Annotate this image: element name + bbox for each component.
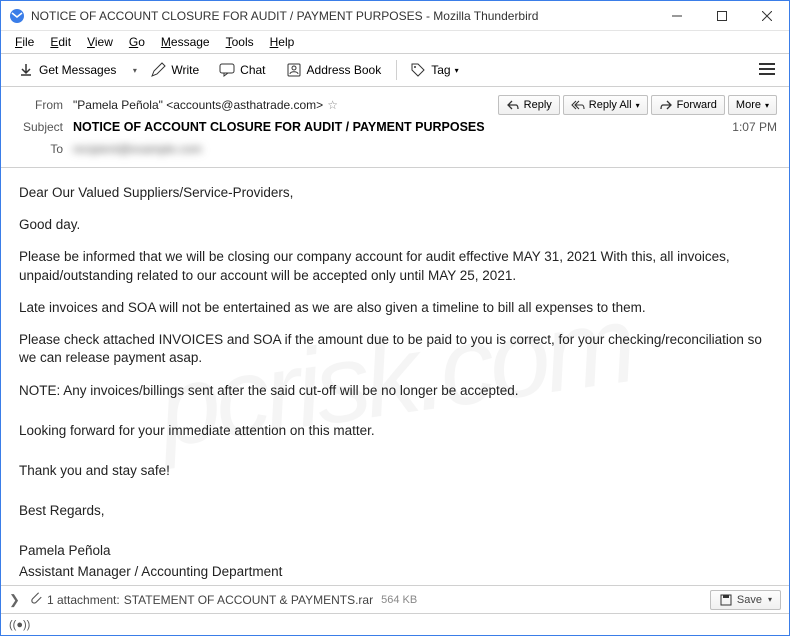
- chat-icon: [219, 62, 235, 78]
- chat-label: Chat: [240, 63, 265, 77]
- forward-icon: [659, 98, 673, 112]
- body-p6: NOTE: Any invoices/billings sent after t…: [19, 382, 771, 400]
- body-p9: Best Regards,: [19, 502, 771, 520]
- body-p10: Pamela Peñola: [19, 542, 771, 560]
- forward-label: Forward: [677, 99, 717, 111]
- attachment-size: 564 KB: [381, 594, 417, 606]
- time-value: 1:07 PM: [732, 120, 777, 134]
- star-icon[interactable]: ☆: [327, 98, 338, 112]
- forward-button[interactable]: Forward: [651, 95, 725, 115]
- titlebar: NOTICE OF ACCOUNT CLOSURE FOR AUDIT / PA…: [1, 1, 789, 31]
- body-p8: Thank you and stay safe!: [19, 462, 771, 480]
- address-book-icon: [286, 62, 302, 78]
- attachment-count: 1 attachment:: [47, 593, 120, 607]
- body-p11: Assistant Manager / Accounting Departmen…: [19, 563, 771, 581]
- toolbar: Get Messages ▾ Write Chat Address Book T…: [1, 53, 789, 87]
- maximize-button[interactable]: [699, 1, 744, 30]
- attachment-name[interactable]: STATEMENT OF ACCOUNT & PAYMENTS.rar: [124, 593, 373, 607]
- reply-all-button[interactable]: Reply All ▾: [563, 95, 648, 115]
- app-icon: [9, 8, 25, 24]
- menu-tools[interactable]: Tools: [218, 33, 262, 51]
- body-p3: Please be informed that we will be closi…: [19, 248, 771, 284]
- save-icon: [719, 593, 733, 607]
- menu-edit[interactable]: Edit: [42, 33, 79, 51]
- paperclip-icon: [29, 591, 45, 608]
- save-label: Save: [737, 594, 762, 606]
- app-menu-button[interactable]: [753, 59, 781, 82]
- get-messages-button[interactable]: Get Messages: [9, 58, 125, 82]
- message-body: pcrisk.com Dear Our Valued Suppliers/Ser…: [1, 168, 789, 585]
- message-header: From "Pamela Peñola" <accounts@asthatrad…: [1, 87, 789, 168]
- chat-button[interactable]: Chat: [210, 58, 274, 82]
- get-messages-dropdown[interactable]: ▾: [127, 66, 141, 75]
- to-label: To: [13, 142, 63, 156]
- from-label: From: [13, 98, 63, 112]
- menubar: File Edit View Go Message Tools Help: [1, 31, 789, 53]
- get-messages-label: Get Messages: [39, 63, 116, 77]
- body-p5: Please check attached INVOICES and SOA i…: [19, 331, 771, 367]
- download-icon: [18, 62, 34, 78]
- body-p7: Looking forward for your immediate atten…: [19, 422, 771, 440]
- address-book-button[interactable]: Address Book: [277, 58, 391, 82]
- more-button[interactable]: More ▾: [728, 95, 777, 115]
- tag-label: Tag: [431, 63, 450, 77]
- window-title: NOTICE OF ACCOUNT CLOSURE FOR AUDIT / PA…: [31, 9, 654, 23]
- pencil-icon: [150, 62, 166, 78]
- expand-attachments-button[interactable]: ❯: [9, 592, 25, 608]
- reply-all-icon: [571, 98, 585, 112]
- write-button[interactable]: Write: [141, 58, 208, 82]
- reply-label: Reply: [524, 99, 552, 111]
- menu-view[interactable]: View: [79, 33, 121, 51]
- address-book-label: Address Book: [307, 63, 382, 77]
- body-p2: Good day.: [19, 216, 771, 234]
- to-value: recipient@example.com: [73, 142, 202, 156]
- from-value: "Pamela Peñola" <accounts@asthatrade.com…: [73, 98, 323, 112]
- tag-button[interactable]: Tag ▾: [401, 58, 467, 82]
- body-p1: Dear Our Valued Suppliers/Service-Provid…: [19, 184, 771, 202]
- more-label: More: [736, 99, 761, 111]
- save-attachment-button[interactable]: Save ▾: [710, 590, 781, 610]
- reply-button[interactable]: Reply: [498, 95, 560, 115]
- menu-file[interactable]: File: [7, 33, 42, 51]
- online-status-icon[interactable]: ((●)): [9, 619, 30, 631]
- tag-icon: [410, 62, 426, 78]
- reply-all-label: Reply All: [589, 99, 632, 111]
- subject-value: NOTICE OF ACCOUNT CLOSURE FOR AUDIT / PA…: [73, 120, 485, 134]
- write-label: Write: [171, 63, 199, 77]
- status-bar: ((●)): [1, 613, 789, 635]
- close-button[interactable]: [744, 1, 789, 30]
- minimize-button[interactable]: [654, 1, 699, 30]
- menu-message[interactable]: Message: [153, 33, 218, 51]
- menu-help[interactable]: Help: [262, 33, 303, 51]
- menu-go[interactable]: Go: [121, 33, 153, 51]
- attachment-bar: ❯ 1 attachment: STATEMENT OF ACCOUNT & P…: [1, 585, 789, 613]
- subject-label: Subject: [13, 120, 63, 134]
- separator: [396, 60, 397, 80]
- reply-icon: [506, 98, 520, 112]
- body-p4: Late invoices and SOA will not be entert…: [19, 299, 771, 317]
